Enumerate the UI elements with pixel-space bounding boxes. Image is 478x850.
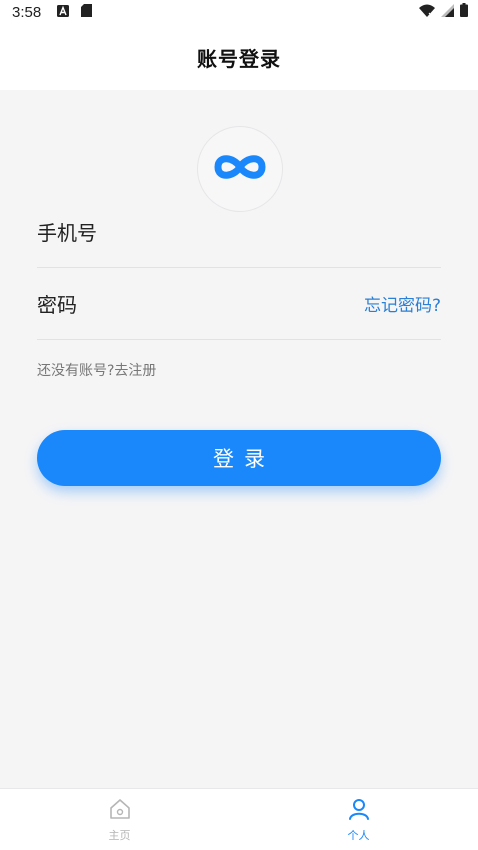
login-button[interactable]: 登录 [37,430,441,486]
phone-label: 手机号 [37,221,97,245]
notification-a-icon [57,3,70,21]
page-title: 账号登录 [197,46,281,71]
tab-profile-label: 个人 [347,828,370,842]
wifi-icon [419,3,435,21]
page-header: 账号登录 [0,24,478,90]
forgot-password-link[interactable]: 忘记密码? [364,291,441,316]
infinity-logo-icon [210,151,270,187]
status-time: 3:58 [12,3,42,21]
password-label: 密码 [37,293,77,317]
tab-home-label: 主页 [108,828,131,842]
user-icon [347,797,371,825]
register-link[interactable]: 还没有账号?去注册 [37,360,156,380]
status-bar: 3:58 [0,0,478,24]
login-content: 手机号 密码 忘记密码? 还没有账号?去注册 登录 [0,90,478,788]
battery-icon [460,3,468,21]
home-icon [108,797,132,825]
password-field[interactable]: 密码 忘记密码? [37,268,441,340]
tab-home[interactable]: 主页 [0,789,239,850]
bottom-tabbar: 主页 个人 [0,788,478,850]
sd-card-icon [81,3,93,21]
phone-field[interactable]: 手机号 [37,196,441,268]
signal-icon [441,3,454,21]
tab-profile[interactable]: 个人 [239,789,478,850]
